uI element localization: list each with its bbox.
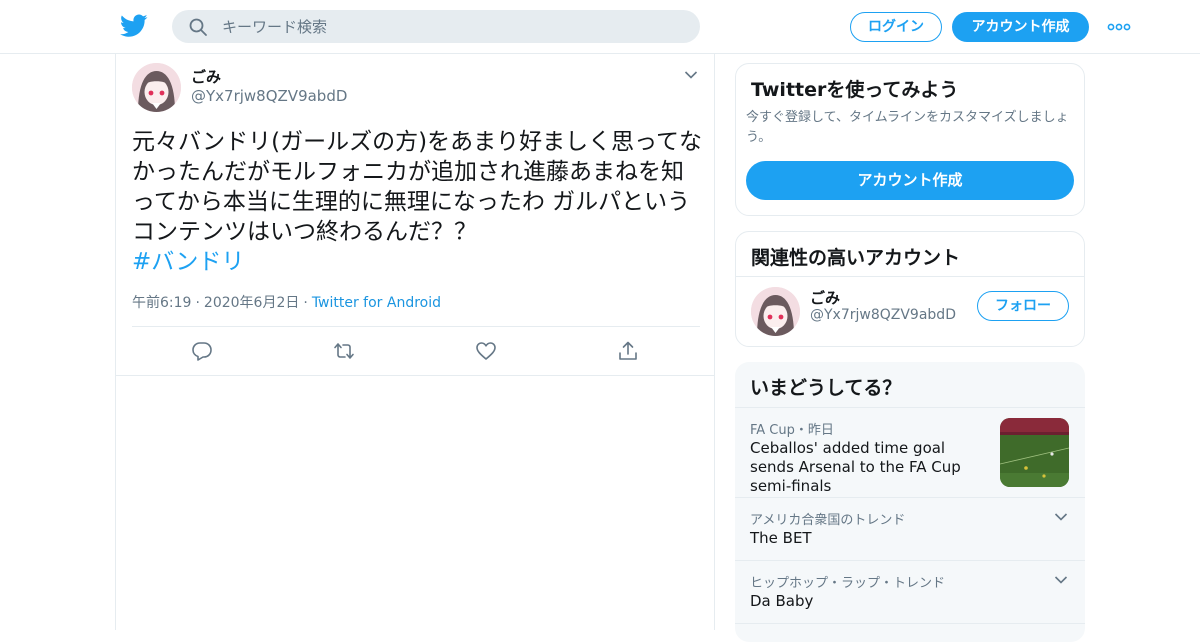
- reply-icon[interactable]: [191, 340, 213, 362]
- related-account-avatar[interactable]: [751, 287, 800, 336]
- chevron-down-icon[interactable]: [1054, 512, 1068, 522]
- search-icon: [189, 18, 207, 36]
- related-account-name[interactable]: ごみ: [810, 287, 840, 308]
- tweet-action-bar: [116, 327, 714, 376]
- signup-card-title: Twitterを使ってみよう: [751, 79, 959, 101]
- tweet-column: ごみ @Yx7rjw8QZV9abdD 元々バンドリ(ガールズの方)をあまり好ま…: [115, 54, 715, 630]
- twitter-bird-logo-icon[interactable]: [120, 13, 148, 39]
- trend-thumbnail-image: [1000, 418, 1069, 487]
- top-navigation-bar: ログイン アカウント作成: [0, 0, 1200, 54]
- retweet-icon[interactable]: [333, 340, 355, 362]
- chevron-down-icon[interactable]: [1054, 575, 1068, 585]
- tweet-hashtag-link[interactable]: #バンドリ: [132, 247, 244, 277]
- tweet-author-avatar[interactable]: [132, 63, 181, 112]
- signup-button[interactable]: アカウント作成: [952, 12, 1089, 42]
- anime-girl-avatar-icon: [132, 63, 181, 112]
- trend-item[interactable]: ヒップホップ・ラップ・トレンド Da Baby: [735, 560, 1085, 623]
- more-options-icon[interactable]: [1107, 20, 1131, 34]
- trend-headline: Ceballos' added time goal sends Arsenal …: [750, 439, 961, 495]
- chevron-down-icon[interactable]: [684, 70, 698, 80]
- tweet-time[interactable]: 午前6:19: [132, 295, 191, 311]
- trend-name: Da Baby: [750, 592, 814, 610]
- trend-item[interactable]: FA Cup・昨日 Ceballos' added time goal send…: [735, 407, 1085, 497]
- signup-promo-card: Twitterを使ってみよう 今すぐ登録して、タイムラインをカスタマイズしましょ…: [735, 63, 1085, 216]
- trend-context: ヒップホップ・ラップ・トレンド: [750, 576, 946, 591]
- related-account-handle[interactable]: @Yx7rjw8QZV9abdD: [810, 307, 956, 323]
- share-icon[interactable]: [617, 340, 639, 362]
- related-card-title: 関連性の高いアカウント: [751, 247, 961, 269]
- divider: [736, 276, 1084, 277]
- tweet-metadata: 午前6:19 · 2020年6月2日 · Twitter for Android: [132, 295, 442, 311]
- tweet-text: 元々バンドリ(ガールズの方)をあまり好ましく思ってなかったんだがモルフォニカが追…: [132, 129, 702, 245]
- trend-item[interactable]: アメリカ合衆国のトレンド The BET: [735, 497, 1085, 560]
- trend-item[interactable]: [735, 623, 1085, 642]
- search-box[interactable]: [172, 10, 700, 43]
- related-accounts-card: 関連性の高いアカウント ごみ @Yx7rjw8QZV9abdD フォロー: [735, 231, 1085, 347]
- trend-context: アメリカ合衆国のトレンド: [750, 513, 906, 528]
- tweet-author-handle[interactable]: @Yx7rjw8QZV9abdD: [191, 87, 347, 105]
- trends-card: いまどうしてる？ FA Cup・昨日 Ceballos' added time …: [735, 362, 1085, 642]
- signup-card-description: 今すぐ登録して、タイムラインをカスタマイズしましょう。: [746, 110, 1069, 145]
- tweet-date[interactable]: 2020年6月2日: [204, 295, 299, 311]
- create-account-button[interactable]: アカウント作成: [746, 161, 1074, 200]
- football-match-image-icon: [1000, 418, 1069, 487]
- like-heart-icon[interactable]: [475, 340, 497, 362]
- follow-button[interactable]: フォロー: [977, 291, 1069, 321]
- search-input[interactable]: [222, 10, 682, 43]
- trend-context: FA Cup・昨日: [750, 423, 834, 438]
- trend-name: The BET: [750, 529, 812, 547]
- tweet-client-link[interactable]: Twitter for Android: [312, 295, 441, 311]
- tweet-author-name[interactable]: ごみ: [191, 66, 221, 87]
- trends-card-title: いまどうしてる？: [750, 377, 902, 399]
- login-button[interactable]: ログイン: [850, 12, 942, 42]
- anime-girl-avatar-icon: [751, 287, 800, 336]
